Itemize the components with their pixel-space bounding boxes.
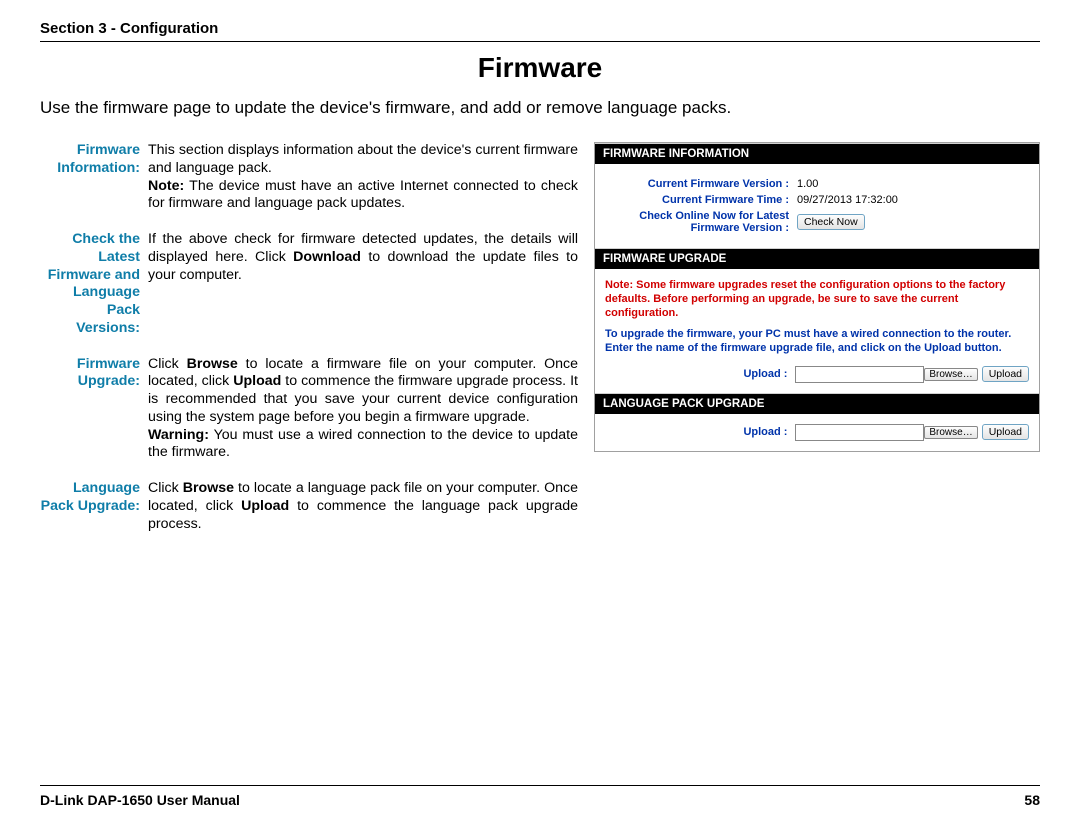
section-head-firmware-upgrade: FIRMWARE UPGRADE — [595, 248, 1039, 269]
firmware-file-input[interactable] — [795, 366, 924, 383]
current-firmware-time-value: 09/27/2013 17:32:00 — [793, 194, 898, 206]
bold: Upload — [233, 373, 281, 389]
def-firmware-upgrade: Firmware Upgrade: Click Browse to locate… — [40, 356, 578, 463]
upload-label: Upload : — [605, 368, 791, 380]
note-label: Note: — [148, 178, 184, 194]
firmware-info-body: Current Firmware Version : 1.00 Current … — [595, 164, 1039, 248]
section-header: Section 3 - Configuration — [40, 20, 1040, 41]
language-pack-file-input[interactable] — [795, 424, 924, 441]
bold: Download — [293, 249, 361, 265]
def-body: If the above check for firmware detected… — [148, 231, 578, 338]
def-body: Click Browse to locate a firmware file o… — [148, 356, 578, 463]
section-head-firmware-info: FIRMWARE INFORMATION — [595, 143, 1039, 164]
firmware-upgrade-body: Note: Some firmware upgrades reset the c… — [595, 269, 1039, 393]
def-label: Firmware Information: — [40, 142, 148, 213]
def-body: This section displays information about … — [148, 142, 578, 213]
language-pack-upgrade-body: Upload : Browse… Upload — [595, 414, 1039, 451]
intro-text: Use the firmware page to update the devi… — [40, 98, 1040, 118]
warning-label: Warning: — [148, 427, 209, 443]
footer-page-number: 58 — [1024, 792, 1040, 808]
bold: Browse — [187, 356, 238, 372]
upload-firmware-button[interactable]: Upload — [982, 366, 1029, 382]
def-language-pack-upgrade: Language Pack Upgrade: Click Browse to l… — [40, 480, 578, 533]
bottom-rule — [40, 785, 1040, 786]
def-label: Language Pack Upgrade: — [40, 480, 148, 533]
browse-firmware-button[interactable]: Browse… — [924, 368, 977, 381]
upload-language-pack-button[interactable]: Upload — [982, 424, 1029, 440]
def-body: Click Browse to locate a language pack f… — [148, 480, 578, 533]
check-now-button[interactable]: Check Now — [797, 214, 865, 230]
text: This section displays information about … — [148, 142, 578, 176]
def-check-latest: Check the Latest Firmware and Language P… — [40, 231, 578, 338]
bold: Upload — [241, 498, 289, 514]
text: Click — [148, 480, 183, 496]
text: Click — [148, 356, 187, 372]
bold: Browse — [183, 480, 234, 496]
page-title: Firmware — [40, 52, 1040, 84]
warning-body: You must use a wired connection to the d… — [148, 427, 578, 461]
def-label: Firmware Upgrade: — [40, 356, 148, 463]
check-online-label: Check Online Now for Latest Firmware Ver… — [605, 210, 793, 234]
current-firmware-version-value: 1.00 — [793, 178, 818, 190]
firmware-upgrade-warning: Note: Some firmware upgrades reset the c… — [605, 279, 1029, 320]
section-head-language-pack-upgrade: LANGUAGE PACK UPGRADE — [595, 393, 1039, 414]
def-firmware-information: Firmware Information: This section displ… — [40, 142, 578, 213]
top-rule — [40, 41, 1040, 42]
router-admin-panel: FIRMWARE INFORMATION Current Firmware Ve… — [594, 142, 1040, 452]
current-firmware-version-label: Current Firmware Version : — [605, 178, 793, 190]
def-label: Check the Latest Firmware and Language P… — [40, 231, 148, 338]
footer-manual-title: D-Link DAP-1650 User Manual — [40, 792, 240, 808]
note-body: The device must have an active Internet … — [148, 178, 578, 212]
firmware-upgrade-instructions: To upgrade the firmware, your PC must ha… — [605, 328, 1029, 356]
upload-label: Upload : — [605, 426, 791, 438]
browse-language-pack-button[interactable]: Browse… — [924, 426, 977, 439]
page-footer: D-Link DAP-1650 User Manual 58 — [40, 785, 1040, 808]
definitions-column: Firmware Information: This section displ… — [40, 142, 578, 551]
current-firmware-time-label: Current Firmware Time : — [605, 194, 793, 206]
